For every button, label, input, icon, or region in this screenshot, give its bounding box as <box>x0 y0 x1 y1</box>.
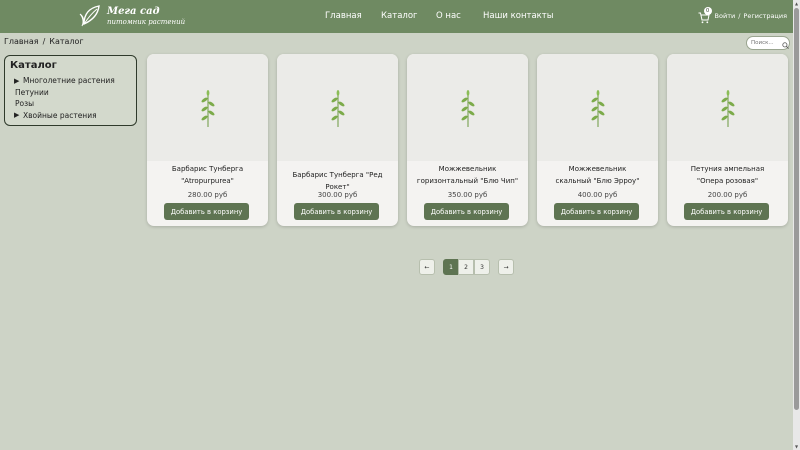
breadcrumb: Главная / Каталог <box>4 37 84 46</box>
add-to-cart-button[interactable]: Добавить в корзину <box>424 203 509 220</box>
register-link[interactable]: Регистрация <box>743 12 787 20</box>
vertical-scrollbar[interactable]: ▲ ▼ <box>793 0 800 450</box>
nav-about[interactable]: О нас <box>436 11 461 21</box>
product-name: Барбарис Тунберга "Atropurpurea" <box>147 164 268 187</box>
auth-area: 0 Войти / Регистрация <box>698 7 787 24</box>
product-price: 300.00 руб <box>317 191 358 199</box>
main-nav: Главная Каталог О нас Наши контакты <box>0 0 800 33</box>
product-name: Можжевельник скальный "Блю Эрроу" <box>537 164 658 187</box>
product-name-line: "Atropurpurea" <box>181 176 234 185</box>
page-button-1[interactable]: 1 <box>443 259 459 275</box>
sidebar-item-petunias[interactable]: Петунии <box>10 87 131 99</box>
product-name: Можжевельник горизонтальный "Блю Чип" <box>407 164 528 187</box>
sidebar-item-conifers[interactable]: ▶ Хвойные растения <box>10 110 131 122</box>
product-price: 350.00 руб <box>447 191 488 199</box>
product-name-line: Можжевельник <box>568 165 627 173</box>
product-name-line: Барбарис Тунберга "Ред Рокет" <box>292 171 383 191</box>
product-image <box>537 54 658 161</box>
product-card[interactable]: Барбарис Тунберга "Ред Рокет" 300.00 руб… <box>277 54 398 226</box>
product-image <box>147 54 268 161</box>
sidebar-item-roses[interactable]: Розы <box>10 98 131 110</box>
expand-triangle-icon[interactable]: ▶ <box>14 77 23 85</box>
breadcrumb-separator: / <box>42 37 46 46</box>
product-name-line: "Опера розовая" <box>696 176 759 185</box>
product-card[interactable]: Петуния ампельная "Опера розовая" 200.00… <box>667 54 788 226</box>
sprout-icon <box>330 89 345 127</box>
page-button-3[interactable]: 3 <box>474 259 490 275</box>
prev-page-button[interactable]: ← <box>419 259 435 275</box>
nav-catalog[interactable]: Каталог <box>381 11 418 21</box>
search-box <box>746 36 790 50</box>
sidebar-item-label: Петунии <box>15 87 49 97</box>
expand-triangle-icon[interactable]: ▶ <box>14 111 23 119</box>
product-price: 280.00 руб <box>187 191 228 199</box>
product-image <box>277 54 398 161</box>
next-page-button[interactable]: → <box>498 259 514 275</box>
search-input[interactable] <box>751 40 781 46</box>
scrollbar-thumb[interactable] <box>794 8 799 410</box>
breadcrumb-current: Каталог <box>49 37 84 46</box>
product-card[interactable]: Можжевельник скальный "Блю Эрроу" 400.00… <box>537 54 658 226</box>
product-card[interactable]: Можжевельник горизонтальный "Блю Чип" 35… <box>407 54 528 226</box>
breadcrumb-home[interactable]: Главная <box>4 37 39 46</box>
sidebar-item-label: Многолетние растения <box>23 76 115 86</box>
add-to-cart-button[interactable]: Добавить в корзину <box>684 203 769 220</box>
product-price: 200.00 руб <box>707 191 748 199</box>
scroll-down-icon[interactable]: ▼ <box>794 444 799 449</box>
search-icon[interactable] <box>781 34 789 53</box>
sidebar-item-label: Хвойные растения <box>23 110 97 120</box>
sprout-icon <box>720 89 735 127</box>
product-price: 400.00 руб <box>577 191 618 199</box>
sprout-icon <box>590 89 605 127</box>
site-header: Мега сад питомник растений Главная Катал… <box>0 0 800 33</box>
add-to-cart-button[interactable]: Добавить в корзину <box>164 203 249 220</box>
product-name: Петуния ампельная "Опера розовая" <box>667 164 788 187</box>
product-image <box>407 54 528 161</box>
page-button-2[interactable]: 2 <box>458 259 474 275</box>
add-to-cart-button[interactable]: Добавить в корзину <box>294 203 379 220</box>
scroll-up-icon[interactable]: ▲ <box>794 1 799 6</box>
nav-home[interactable]: Главная <box>325 11 362 21</box>
product-name-line: Барбарис Тунберга <box>171 165 244 173</box>
cart-count-badge: 0 <box>703 7 712 15</box>
sidebar-title: Каталог <box>10 60 57 71</box>
sprout-icon <box>460 89 475 127</box>
product-name-line: скальный "Блю Эрроу" <box>555 176 640 185</box>
product-name-line: горизонтальный "Блю Чип" <box>416 176 519 185</box>
catalog-sidebar: Каталог ▶ Многолетние растения Петунии Р… <box>4 55 137 126</box>
login-link[interactable]: Войти <box>715 12 736 20</box>
add-to-cart-button[interactable]: Добавить в корзину <box>554 203 639 220</box>
sidebar-item-label: Розы <box>15 99 35 109</box>
sprout-icon <box>200 89 215 127</box>
product-name-line: Можжевельник <box>438 165 497 173</box>
product-card[interactable]: Барбарис Тунберга "Atropurpurea" 280.00 … <box>147 54 268 226</box>
auth-separator: / <box>738 12 741 20</box>
product-image <box>667 54 788 161</box>
cart-button[interactable]: 0 <box>698 7 712 24</box>
product-name-line: Петуния ампельная <box>690 165 765 173</box>
nav-contacts[interactable]: Наши контакты <box>483 11 553 21</box>
sidebar-item-perennials[interactable]: ▶ Многолетние растения <box>10 75 131 87</box>
product-name: Барбарис Тунберга "Ред Рокет" <box>277 170 398 193</box>
